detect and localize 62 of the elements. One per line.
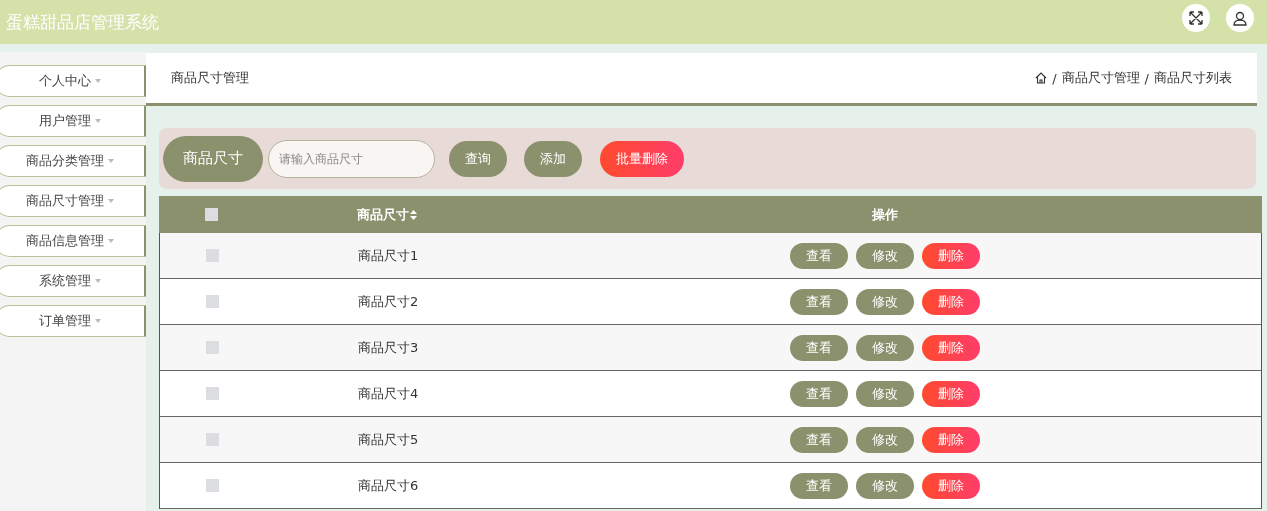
- action-button[interactable]: 修改: [856, 426, 914, 453]
- delete-button[interactable]: 删除: [922, 242, 980, 269]
- batch-delete-button[interactable]: 批量删除: [600, 140, 684, 177]
- action-button[interactable]: 查看: [790, 472, 848, 499]
- delete-button[interactable]: 删除: [922, 426, 980, 453]
- table-cell-text: 商品尺寸5: [357, 430, 420, 449]
- home-icon[interactable]: [1035, 72, 1048, 84]
- app-title: 蛋糕甜品店管理系统: [6, 10, 159, 34]
- search-label: 商品尺寸: [163, 135, 263, 182]
- breadcrumb-item[interactable]: 商品尺寸管理: [1061, 69, 1140, 87]
- action-button[interactable]: 查看: [790, 380, 848, 407]
- table-cell-text: 商品尺寸1: [357, 246, 420, 265]
- sort-icon[interactable]: [410, 210, 417, 220]
- breadcrumb-separator: /: [1052, 70, 1057, 86]
- breadcrumb-separator: /: [1144, 70, 1149, 86]
- action-button[interactable]: 修改: [856, 380, 914, 407]
- sidebar-item[interactable]: 个人中心: [0, 65, 146, 97]
- checkbox[interactable]: [206, 433, 219, 446]
- action-button[interactable]: 查看: [790, 334, 848, 361]
- checkbox[interactable]: [206, 341, 219, 354]
- action-button[interactable]: 修改: [856, 288, 914, 315]
- action-button[interactable]: 修改: [856, 472, 914, 499]
- caret-icon: [94, 279, 101, 283]
- table-cell-text: 商品尺寸4: [357, 384, 420, 403]
- action-button[interactable]: 查看: [790, 288, 848, 315]
- delete-button[interactable]: 删除: [922, 472, 980, 499]
- breadcrumb-item: 商品尺寸列表: [1154, 69, 1232, 87]
- action-button[interactable]: 查询: [449, 140, 507, 177]
- action-button[interactable]: 修改: [856, 242, 914, 269]
- sidebar-item[interactable]: 商品信息管理: [0, 225, 146, 257]
- checkbox[interactable]: [206, 295, 219, 308]
- caret-icon: [94, 79, 101, 83]
- table-cell-text: 商品尺寸2: [357, 292, 420, 311]
- table-cell-text: 商品尺寸3: [357, 338, 420, 357]
- checkbox[interactable]: [206, 387, 219, 400]
- sidebar-item[interactable]: 系统管理: [0, 265, 146, 297]
- fullscreen-icon[interactable]: [1182, 4, 1210, 32]
- checkbox[interactable]: [205, 208, 218, 221]
- action-button[interactable]: 查看: [790, 426, 848, 453]
- sidebar-item[interactable]: 商品尺寸管理: [0, 185, 146, 217]
- delete-button[interactable]: 删除: [922, 380, 980, 407]
- column-header: 操作: [871, 205, 899, 224]
- column-header[interactable]: 商品尺寸: [264, 205, 508, 224]
- sidebar-item[interactable]: 订单管理: [0, 305, 146, 337]
- user-icon[interactable]: [1226, 4, 1254, 32]
- caret-icon: [107, 199, 114, 203]
- sidebar-item[interactable]: 商品分类管理: [0, 145, 146, 177]
- checkbox[interactable]: [206, 479, 219, 492]
- table-cell-text: 商品尺寸6: [357, 476, 420, 495]
- sidebar-item[interactable]: 用户管理: [0, 105, 146, 137]
- checkbox[interactable]: [206, 249, 219, 262]
- caret-icon: [107, 159, 114, 163]
- caret-icon: [94, 319, 101, 323]
- action-button[interactable]: 修改: [856, 334, 914, 361]
- search-field[interactable]: 请输入商品尺寸: [268, 139, 435, 178]
- delete-button[interactable]: 删除: [922, 288, 980, 315]
- action-button[interactable]: 查看: [790, 242, 848, 269]
- action-button[interactable]: 添加: [524, 140, 582, 177]
- caret-icon: [94, 119, 101, 123]
- page-title: 商品尺寸管理: [171, 69, 249, 87]
- delete-button[interactable]: 删除: [922, 334, 980, 361]
- caret-icon: [107, 239, 114, 243]
